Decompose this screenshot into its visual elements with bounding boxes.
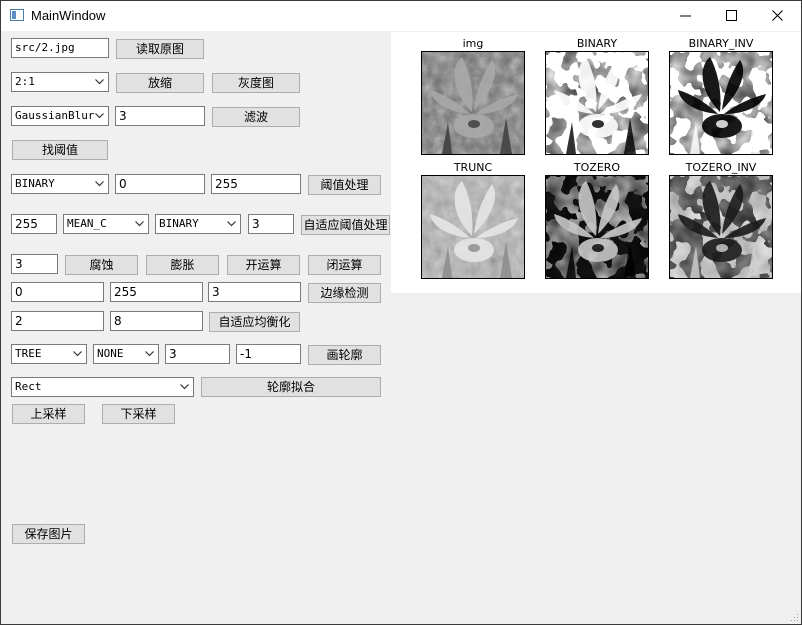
contour-mode-value: TREE [15,347,42,360]
opening-button[interactable]: 开运算 [227,255,300,275]
chevron-down-icon [180,384,189,390]
plot-image-binary-inv [669,51,773,155]
adaptive-type-combo[interactable]: BINARY [155,214,241,234]
pyr-down-button[interactable]: 下采样 [102,404,175,424]
threshold-button[interactable]: 阈值处理 [308,175,381,195]
resize-grip-icon[interactable] [789,612,799,622]
find-threshold-button[interactable]: 找阈值 [12,140,108,160]
clahe-button[interactable]: 自适应均衡化 [209,312,300,332]
maximize-icon [726,10,737,21]
chevron-down-icon [95,79,104,85]
chevron-down-icon [95,113,104,119]
chevron-down-icon [227,221,236,227]
adaptive-blocksize-input[interactable]: 3 [248,214,294,234]
canny-aperture-input[interactable]: 3 [208,282,301,302]
clahe-tile-input[interactable]: 8 [110,311,203,331]
window-title: MainWindow [31,8,106,23]
clahe-clip-input[interactable]: 2 [11,311,104,331]
contour-approx-value: NONE [97,347,124,360]
plot-title-gray: img [462,37,484,50]
canny-low-input[interactable]: 0 [11,282,104,302]
minimize-button[interactable] [663,1,709,31]
plot-title-binary-inv: BINARY_INV [688,37,754,50]
plot-image-gray [421,51,525,155]
maximize-button[interactable] [709,1,755,31]
plot-title-tozero-inv: TOZERO_INV [685,161,757,174]
adaptive-maxval-input[interactable]: 255 [11,214,57,234]
fit-shape-combo[interactable]: Rect [11,377,194,397]
plot-image-trunc [421,175,525,279]
threshold-type-combo[interactable]: BINARY [11,174,109,194]
adaptive-threshold-button[interactable]: 自适应阈值处理 [301,215,390,235]
minimize-icon [680,15,691,17]
chevron-down-icon [135,221,144,227]
plot-image-tozero [545,175,649,279]
read-image-button[interactable]: 读取原图 [116,39,204,59]
close-icon [772,10,783,21]
plot-title-tozero: TOZERO [573,161,621,174]
chevron-down-icon [145,351,154,357]
threshold-maxval-input[interactable]: 255 [211,174,301,194]
app-window-icon [10,9,24,21]
pyr-up-button[interactable]: 上采样 [12,404,85,424]
contour-index-input[interactable]: -1 [236,344,301,364]
plot-title-binary: BINARY [576,37,618,50]
filter-type-combo[interactable]: GaussianBlur [11,106,109,126]
contour-fit-button[interactable]: 轮廓拟合 [201,377,381,397]
save-image-button[interactable]: 保存图片 [12,524,85,544]
scale-ratio-value: 2:1 [15,75,35,88]
scale-ratio-combo[interactable]: 2:1 [11,72,109,92]
plot-image-tozero-inv [669,175,773,279]
fit-shape-value: Rect [15,380,42,393]
title-bar: MainWindow [1,1,801,31]
image-display-canvas: img BINARY BINARY_INV TRUNC TOZERO TOZERO_INV [391,32,801,293]
contour-thickness-input[interactable]: 3 [165,344,230,364]
plot-title-trunc: TRUNC [453,161,493,174]
threshold-type-value: BINARY [15,177,55,190]
adaptive-type-value: BINARY [159,217,199,230]
closing-button[interactable]: 闭运算 [308,255,381,275]
draw-contour-button[interactable]: 画轮廓 [308,345,381,365]
adaptive-method-value: MEAN_C [67,217,107,230]
morph-ksize-input[interactable]: 3 [11,254,58,274]
edge-detect-button[interactable]: 边缘检测 [308,283,381,303]
erode-button[interactable]: 腐蚀 [65,255,138,275]
dilate-button[interactable]: 膨胀 [146,255,219,275]
canny-high-input[interactable]: 255 [110,282,203,302]
grayscale-button[interactable]: 灰度图 [212,73,300,93]
main-window: MainWindow src/2.jpg 读取原图 2:1 放缩 灰度图 Gau… [0,0,802,625]
scale-button[interactable]: 放缩 [116,73,204,93]
close-button[interactable] [755,1,801,31]
threshold-value-input[interactable]: 0 [115,174,205,194]
plot-image-binary [545,51,649,155]
adaptive-method-combo[interactable]: MEAN_C [63,214,149,234]
filter-ksize-input[interactable]: 3 [115,106,205,126]
chevron-down-icon [73,351,82,357]
filter-button[interactable]: 滤波 [212,107,300,127]
chevron-down-icon [95,181,104,187]
contour-mode-combo[interactable]: TREE [11,344,87,364]
path-input[interactable]: src/2.jpg [11,38,109,58]
filter-type-value: GaussianBlur [15,109,95,122]
contour-approx-combo[interactable]: NONE [93,344,159,364]
